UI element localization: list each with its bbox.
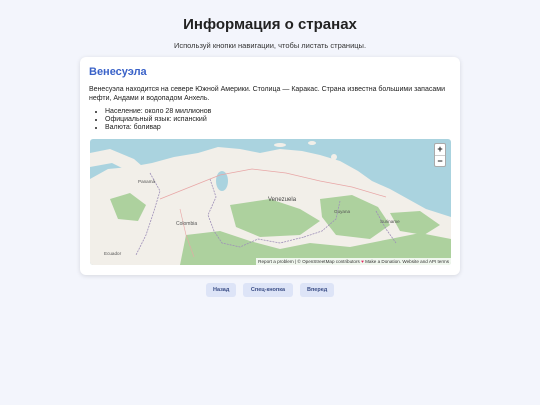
fact-population: Население: около 28 миллионов (105, 108, 405, 116)
map-label-colombia: Colombia (176, 221, 197, 227)
map-canvas: Panamá Venezuela Colombia Guyana Surinam… (90, 141, 451, 265)
attribution-text[interactable]: Report a problem | © OpenStreetMap contr… (258, 259, 360, 264)
zoom-control: + − (434, 143, 446, 167)
map-attribution[interactable]: Report a problem | © OpenStreetMap contr… (256, 258, 451, 265)
map-label-venezuela: Venezuela (268, 197, 297, 203)
map-label-guyana: Guyana (334, 209, 351, 214)
next-button[interactable]: Вперед (300, 283, 334, 297)
country-facts-list: Население: около 28 миллионов Официальны… (105, 108, 405, 132)
heart-icon: ♥ (361, 259, 364, 264)
zoom-in-button[interactable]: + (435, 144, 445, 155)
country-card: Венесуэла Венесуэла находится на севере … (80, 57, 460, 275)
map-label-ecuador: Ecuador (104, 251, 122, 256)
special-button[interactable]: Спец-кнопка (243, 283, 293, 297)
country-map[interactable]: Panamá Venezuela Colombia Guyana Surinam… (90, 139, 451, 265)
map-label-suriname: Suriname (380, 219, 400, 224)
navigation-bar: Назад Спец-кнопка Вперед (0, 283, 540, 297)
country-name: Венесуэла (89, 66, 147, 78)
fact-currency: Валюта: боливар (105, 124, 405, 132)
page-subtitle: Используй кнопки навигации, чтобы листат… (173, 41, 367, 50)
island (331, 154, 337, 160)
island (274, 143, 286, 147)
island (308, 141, 316, 145)
back-button[interactable]: Назад (206, 283, 236, 297)
page-title: Информация о странах (183, 16, 357, 33)
fact-language: Официальный язык: испанский (105, 116, 405, 124)
map-label-panama: Panamá (138, 179, 156, 184)
donate-link[interactable]: Make a Donation. Website and API terms (365, 259, 449, 264)
country-description: Венесуэла находится на севере Южной Амер… (89, 86, 445, 102)
zoom-out-button[interactable]: − (435, 155, 445, 166)
